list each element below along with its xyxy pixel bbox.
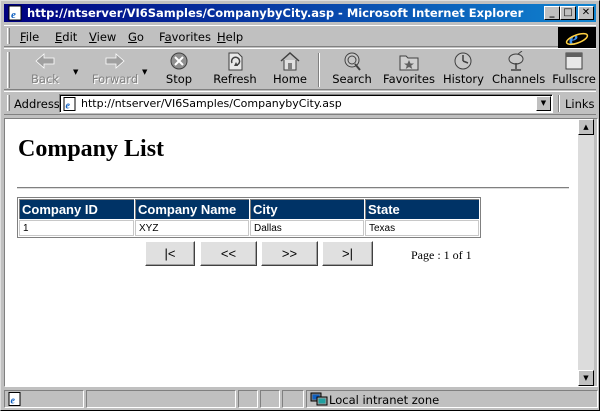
menu-go[interactable]: Go (128, 30, 144, 44)
minimize-button[interactable]: _ (544, 6, 560, 20)
table-row: 1 XYZ Dallas Texas (19, 220, 479, 236)
back-dropdown-icon[interactable]: ▼ (73, 68, 78, 76)
header-city[interactable]: City (250, 199, 364, 219)
home-icon (280, 51, 300, 71)
page-content: Company List Company ID Company Name Cit… (5, 119, 578, 386)
search-button[interactable]: Search (329, 51, 375, 89)
menu-view[interactable]: View (89, 30, 116, 44)
menu-favorites[interactable]: Favorites (159, 30, 211, 44)
security-zone-panel: Local intranet zone (306, 390, 598, 408)
status-panel (238, 390, 258, 408)
menu-help[interactable]: Help (217, 30, 243, 44)
fullscreen-icon (565, 52, 583, 70)
status-text-panel: e (4, 390, 84, 408)
favorites-button[interactable]: Favorites (382, 51, 436, 89)
browser-window: e http://ntserver/VI6Samples/CompanybyCi… (0, 0, 600, 411)
menu-grip[interactable] (7, 28, 10, 44)
vertical-scrollbar[interactable]: ▲ ▼ (578, 119, 594, 386)
svg-text:e: e (66, 101, 71, 112)
status-panel (260, 390, 280, 408)
header-company-id[interactable]: Company ID (19, 199, 134, 219)
stop-icon (170, 52, 188, 70)
forward-dropdown-icon[interactable]: ▼ (142, 68, 147, 76)
menu-file[interactable]: File (20, 30, 39, 44)
address-grip[interactable] (7, 95, 10, 111)
forward-button[interactable]: Forward (86, 51, 144, 89)
page-info: Page : 1 of 1 (411, 248, 472, 262)
links-separator (558, 95, 560, 112)
status-bar: e Local intranet zone (4, 389, 598, 408)
address-bar: Address e http://ntserver/VI6Samples/Com… (4, 91, 596, 115)
status-panel (282, 390, 304, 408)
search-icon (344, 52, 361, 71)
horizontal-rule (17, 187, 569, 189)
zone-text: Local intranet zone (329, 393, 440, 407)
menu-bar: File Edit View Go Favorites Help e (4, 25, 596, 48)
history-button[interactable]: History (443, 51, 484, 89)
status-page-icon: e (8, 392, 21, 407)
previous-page-button[interactable]: << (200, 241, 257, 266)
channels-satellite-icon (508, 51, 524, 71)
links-button[interactable]: Links (565, 97, 595, 111)
favorites-folder-icon (399, 55, 419, 71)
svg-text:e: e (11, 396, 16, 407)
header-state[interactable]: State (365, 199, 479, 219)
address-label: Address (14, 97, 60, 111)
company-grid: Company ID Company Name City State 1 XYZ… (17, 197, 481, 238)
next-page-button[interactable]: >> (261, 241, 318, 266)
status-progress-panel (86, 390, 236, 408)
scroll-up-icon[interactable]: ▲ (578, 119, 594, 135)
forward-arrow-icon (105, 53, 125, 69)
title-bar: e http://ntserver/VI6Samples/CompanybyCi… (4, 4, 596, 22)
cell-company-name: XYZ (135, 220, 249, 236)
address-dropdown-icon[interactable]: ▼ (536, 96, 551, 111)
menu-edit[interactable]: Edit (55, 30, 77, 44)
fullscreen-button[interactable]: Fullscre (552, 51, 596, 89)
address-input[interactable]: e http://ntserver/VI6Samples/CompanybyCi… (59, 94, 553, 113)
close-button[interactable]: ✕ (578, 6, 594, 20)
address-url: http://ntserver/VI6Samples/CompanybyCity… (81, 97, 342, 110)
last-page-button[interactable]: >| (322, 241, 373, 266)
scroll-down-icon[interactable]: ▼ (578, 370, 594, 386)
history-icon (454, 52, 472, 70)
back-button[interactable]: Back (22, 51, 68, 89)
page-title: Company List (18, 136, 165, 162)
local-intranet-icon (310, 392, 328, 406)
window-title: http://ntserver/VI6Samples/CompanybyCity… (27, 6, 524, 20)
cell-city: Dallas (250, 220, 364, 236)
refresh-button[interactable]: Refresh (210, 51, 260, 89)
toolbar-grip[interactable] (7, 52, 10, 88)
toolbar-separator (318, 53, 320, 87)
home-button[interactable]: Home (270, 51, 310, 89)
maximize-button[interactable]: □ (560, 6, 576, 20)
first-page-button[interactable]: |< (145, 241, 195, 266)
svg-text:e: e (11, 9, 16, 21)
ie-page-icon: e (8, 5, 22, 21)
header-company-name[interactable]: Company Name (135, 199, 249, 219)
page-icon: e (63, 97, 76, 112)
back-arrow-icon (35, 53, 55, 69)
channels-button[interactable]: Channels (492, 51, 545, 89)
cell-company-id: 1 (19, 220, 134, 236)
stop-button[interactable]: Stop (157, 51, 201, 89)
ie-logo-icon: e (558, 27, 596, 48)
refresh-icon (228, 52, 243, 71)
grid-header-row: Company ID Company Name City State (19, 199, 479, 219)
cell-state: Texas (365, 220, 479, 236)
standard-toolbar: Back ▼ Forward ▼ Stop Refresh Home Searc… (4, 48, 596, 90)
